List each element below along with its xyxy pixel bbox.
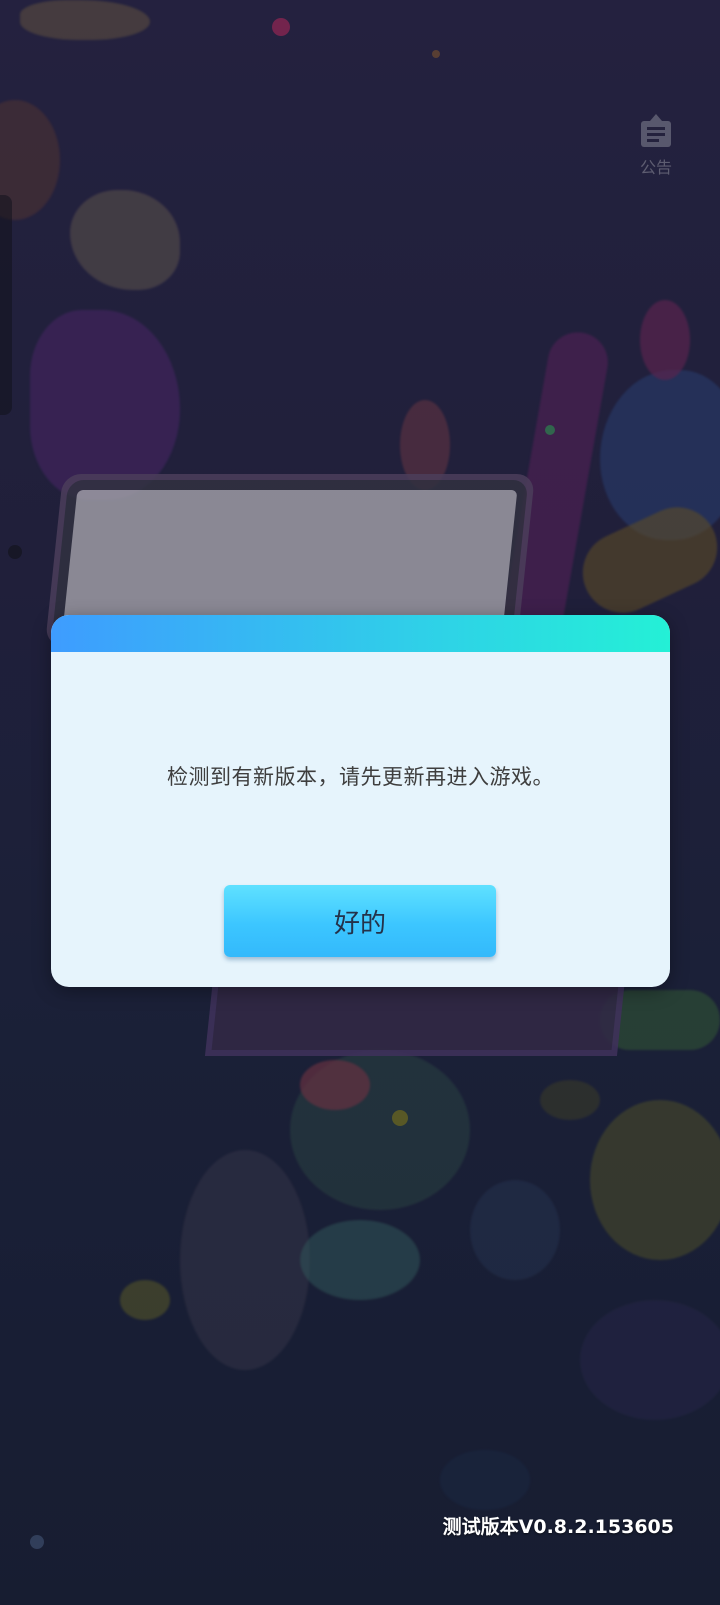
update-dialog: 检测到有新版本，请先更新再进入游戏。 好的 xyxy=(51,615,670,987)
dialog-message: 检测到有新版本，请先更新再进入游戏。 xyxy=(167,765,554,789)
dialog-header-bar xyxy=(51,615,670,652)
game-launch-screen: 公告 检测到有新版本，请先更新再进入游戏。 好的 测试版本V0.8.2.1536… xyxy=(0,0,720,1605)
confirm-button[interactable]: 好的 xyxy=(224,885,496,957)
version-label: 测试版本V0.8.2.153605 xyxy=(442,1516,674,1538)
